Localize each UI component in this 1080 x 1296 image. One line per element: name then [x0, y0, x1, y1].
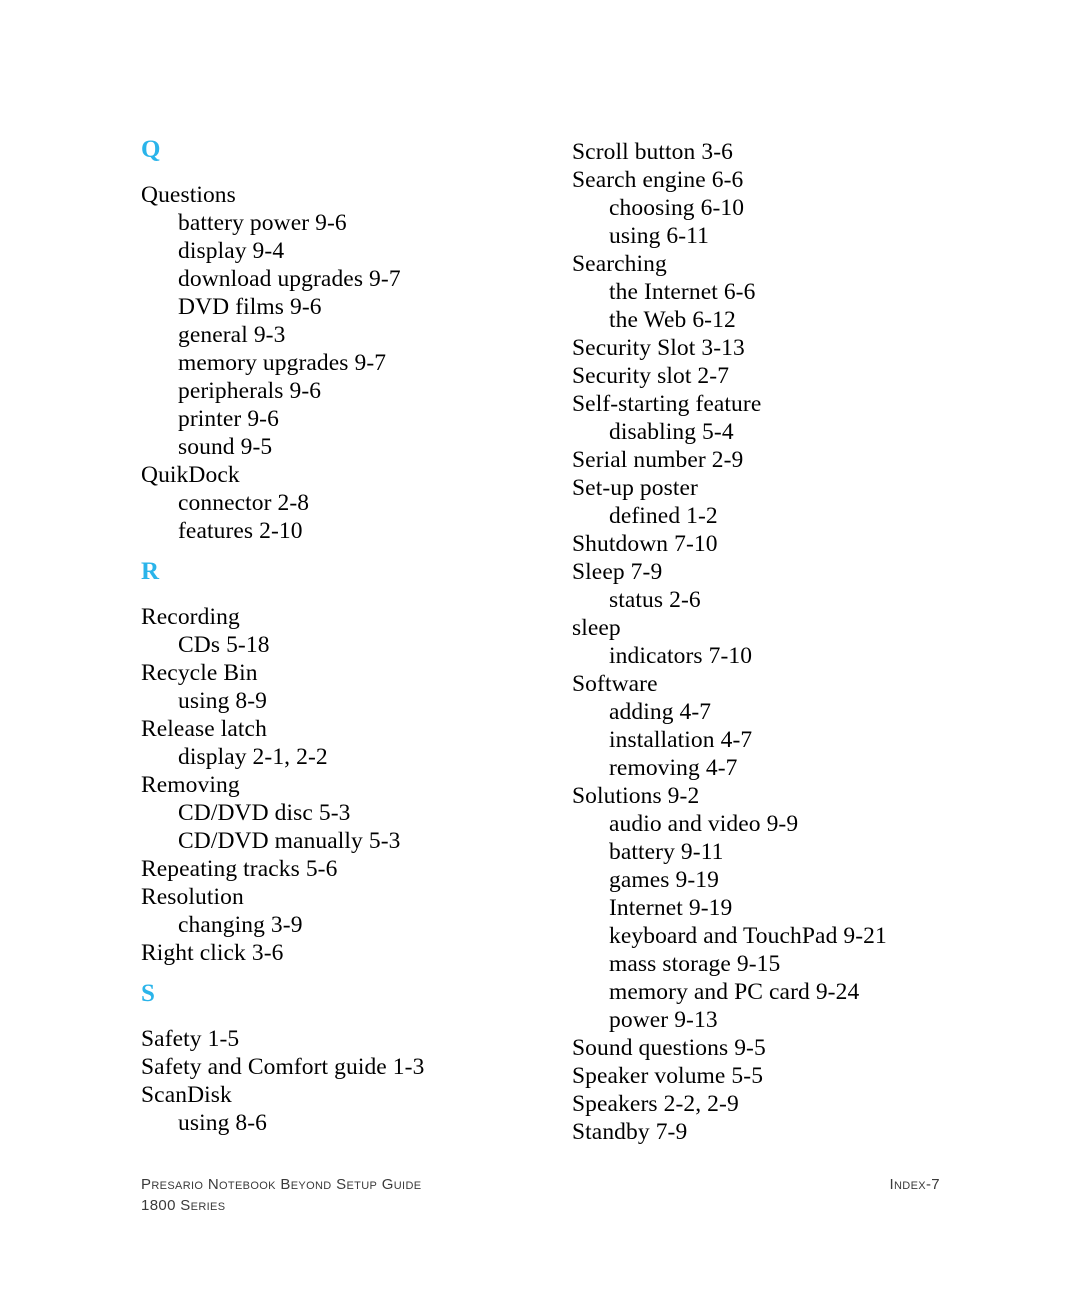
index-subentry: general 9-3: [178, 322, 286, 348]
index-letter-heading-s: S: [141, 980, 155, 1007]
index-entry: Set-up poster: [572, 475, 698, 501]
index-subentry: using 8-6: [178, 1110, 268, 1136]
index-subentry: peripherals 9-6: [178, 378, 322, 404]
index-subentry: connector 2-8: [178, 490, 310, 516]
page-footer: Presario Notebook Beyond Setup Guide 180…: [0, 1174, 1080, 1234]
index-entry: Recycle Bin: [141, 660, 258, 686]
index-subentry: using 8-9: [178, 688, 268, 714]
index-subentry: mass storage 9-15: [609, 951, 781, 977]
index-subentry: keyboard and TouchPad 9-21: [609, 923, 887, 949]
index-entry: Searching: [572, 251, 667, 277]
index-column-right-entries: Scroll button 3-6 Search engine 6-6 choosi…: [572, 0, 992, 1146]
footer-title-line2: 1800 Series: [141, 1197, 226, 1214]
index-entry: sleep: [572, 615, 621, 641]
index-entry: Sleep 7-9: [572, 559, 663, 585]
index-subentry: printer 9-6: [178, 406, 279, 432]
index-entry: Solutions 9-2: [572, 783, 700, 809]
index-entry: Repeating tracks 5-6: [141, 856, 338, 882]
index-subentry: features 2-10: [178, 518, 303, 544]
index-entry: Software: [572, 671, 658, 697]
index-subentry: choosing 6-10: [609, 195, 745, 221]
index-subentry: removing 4-7: [609, 755, 738, 781]
index-subentry: installation 4-7: [609, 727, 753, 753]
index-column-left-entries: Q Questions battery power 9-6 display 9-4 do…: [141, 0, 561, 1137]
index-letter-heading-r: R: [141, 558, 160, 585]
index-entry: Questions: [141, 182, 236, 208]
index-subentry: changing 3-9: [178, 912, 303, 938]
index-column-left: Q Questions battery power 9-6 display 9-4 do…: [141, 0, 561, 1137]
index-entry: ScanDisk: [141, 1082, 232, 1108]
index-entry: Security Slot 3-13: [572, 335, 745, 361]
index-subentry: sound 9-5: [178, 434, 273, 460]
index-entry: Right click 3-6: [141, 940, 284, 966]
footer-page-number-wrap: Index-7: [700, 1174, 940, 1195]
index-subentry: battery 9-11: [609, 839, 724, 865]
index-subentry: audio and video 9-9: [609, 811, 799, 837]
index-subentry: memory upgrades 9-7: [178, 350, 387, 376]
index-subentry: power 9-13: [609, 1007, 718, 1033]
index-subentry: disabling 5-4: [609, 419, 734, 445]
index-entry: Search engine 6-6: [572, 167, 744, 193]
footer-document-title: Presario Notebook Beyond Setup Guide 180…: [141, 1174, 421, 1216]
index-entry: Resolution: [141, 884, 244, 910]
index-subentry: using 6-11: [609, 223, 710, 249]
index-subentry: adding 4-7: [609, 699, 712, 725]
index-subentry: indicators 7-10: [609, 643, 753, 669]
index-subentry: status 2-6: [609, 587, 701, 613]
index-entry: Sound questions 9-5: [572, 1035, 766, 1061]
index-entry: Removing: [141, 772, 240, 798]
index-columns: Q Questions battery power 9-6 display 9-4 do…: [0, 0, 1080, 1160]
index-entry: Security slot 2-7: [572, 363, 730, 389]
index-subentry: CDs 5-18: [178, 632, 270, 658]
index-letter-heading-q: Q: [141, 136, 161, 163]
index-subentry: battery power 9-6: [178, 210, 347, 236]
index-subentry: display 2-1, 2-2: [178, 744, 328, 770]
index-subentry: the Web 6-12: [609, 307, 736, 333]
index-subentry: DVD films 9-6: [178, 294, 322, 320]
index-subentry: the Internet 6-6: [609, 279, 756, 305]
index-entry: Self-starting feature: [572, 391, 762, 417]
footer-page-number: Index-7: [889, 1176, 940, 1193]
index-entry: Standby 7-9: [572, 1119, 688, 1145]
index-entry: Release latch: [141, 716, 267, 742]
index-entry: Recording: [141, 604, 240, 630]
index-subentry: games 9-19: [609, 867, 719, 893]
index-column-right: Scroll button 3-6 Search engine 6-6 choosi…: [572, 0, 992, 1146]
index-page: Q Questions battery power 9-6 display 9-4 do…: [0, 0, 1080, 1296]
index-subentry: memory and PC card 9-24: [609, 979, 860, 1005]
index-subentry: display 9-4: [178, 238, 285, 264]
index-subentry: Internet 9-19: [609, 895, 733, 921]
footer-title-line1: Presario Notebook Beyond Setup Guide: [141, 1176, 422, 1193]
index-subentry: download upgrades 9-7: [178, 266, 401, 292]
index-entry: Safety and Comfort guide 1-3: [141, 1054, 425, 1080]
index-entry: Speakers 2-2, 2-9: [572, 1091, 739, 1117]
index-subentry: CD/DVD manually 5-3: [178, 828, 401, 854]
index-entry: QuikDock: [141, 462, 240, 488]
index-entry: Scroll button 3-6: [572, 139, 733, 165]
index-subentry: defined 1-2: [609, 503, 718, 529]
index-entry: Serial number 2-9: [572, 447, 744, 473]
index-entry: Speaker volume 5-5: [572, 1063, 764, 1089]
index-entry: Shutdown 7-10: [572, 531, 718, 557]
index-subentry: CD/DVD disc 5-3: [178, 800, 351, 826]
index-entry: Safety 1-5: [141, 1026, 240, 1052]
